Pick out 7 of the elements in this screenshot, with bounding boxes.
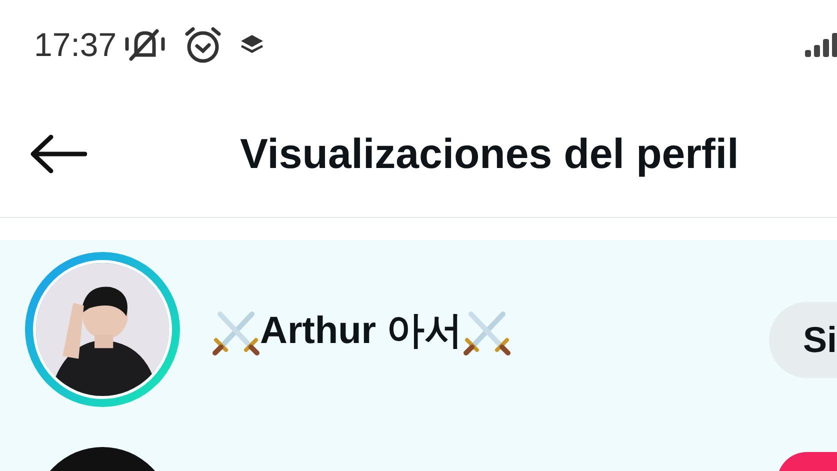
viewer-name[interactable]: Arthur 아서 bbox=[260, 303, 463, 360]
back-arrow-icon bbox=[29, 134, 87, 174]
follow-back-button[interactable]: Si bbox=[768, 302, 837, 378]
page-title: Visualizaciones del perfil bbox=[240, 129, 739, 179]
signal-icon bbox=[805, 33, 837, 57]
status-time: 17:37 bbox=[34, 25, 117, 66]
alarm-clock-icon bbox=[182, 25, 223, 65]
